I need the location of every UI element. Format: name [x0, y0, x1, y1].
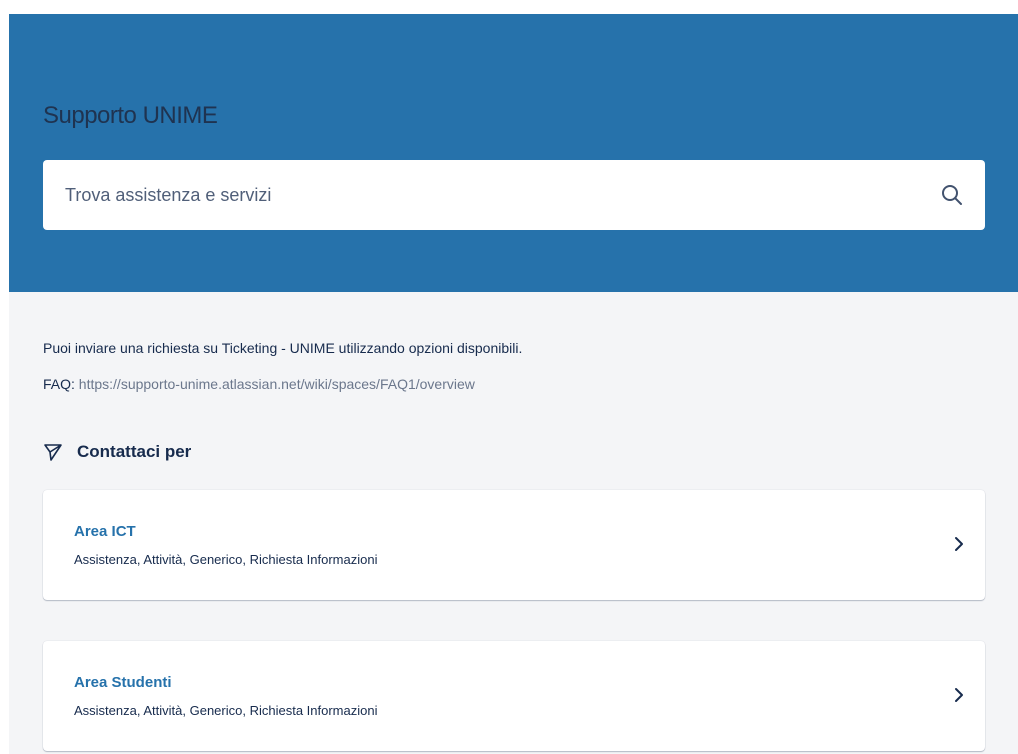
card-description: Assistenza, Attività, Generico, Richiest… — [74, 552, 378, 567]
content-area: Puoi inviare una richiesta su Ticketing … — [9, 292, 1018, 754]
faq-label: FAQ: — [43, 376, 75, 392]
search-box[interactable] — [43, 160, 985, 230]
faq-link[interactable]: https://supporto-unime.atlassian.net/wik… — [79, 376, 475, 392]
search-icon[interactable] — [941, 184, 963, 206]
send-icon — [44, 444, 62, 461]
card-title: Area Studenti — [74, 674, 172, 691]
card-description: Assistenza, Attività, Generico, Richiest… — [74, 703, 378, 718]
hero-banner: Supporto UNIME — [9, 14, 1018, 292]
portal-title: Supporto UNIME — [43, 102, 218, 129]
chevron-right-icon — [955, 688, 963, 702]
intro-text: Puoi inviare una richiesta su Ticketing … — [43, 340, 523, 356]
area-card-ict[interactable]: Area ICT Assistenza, Attività, Generico,… — [43, 490, 985, 600]
area-card-studenti[interactable]: Area Studenti Assistenza, Attività, Gene… — [43, 641, 985, 751]
search-input[interactable] — [43, 160, 913, 230]
card-title: Area ICT — [74, 523, 136, 540]
section-title: Contattaci per — [77, 442, 192, 461]
chevron-right-icon — [955, 537, 963, 551]
contact-heading: Contattaci per — [43, 442, 191, 462]
faq-line: FAQ: https://supporto-unime.atlassian.ne… — [43, 376, 475, 392]
